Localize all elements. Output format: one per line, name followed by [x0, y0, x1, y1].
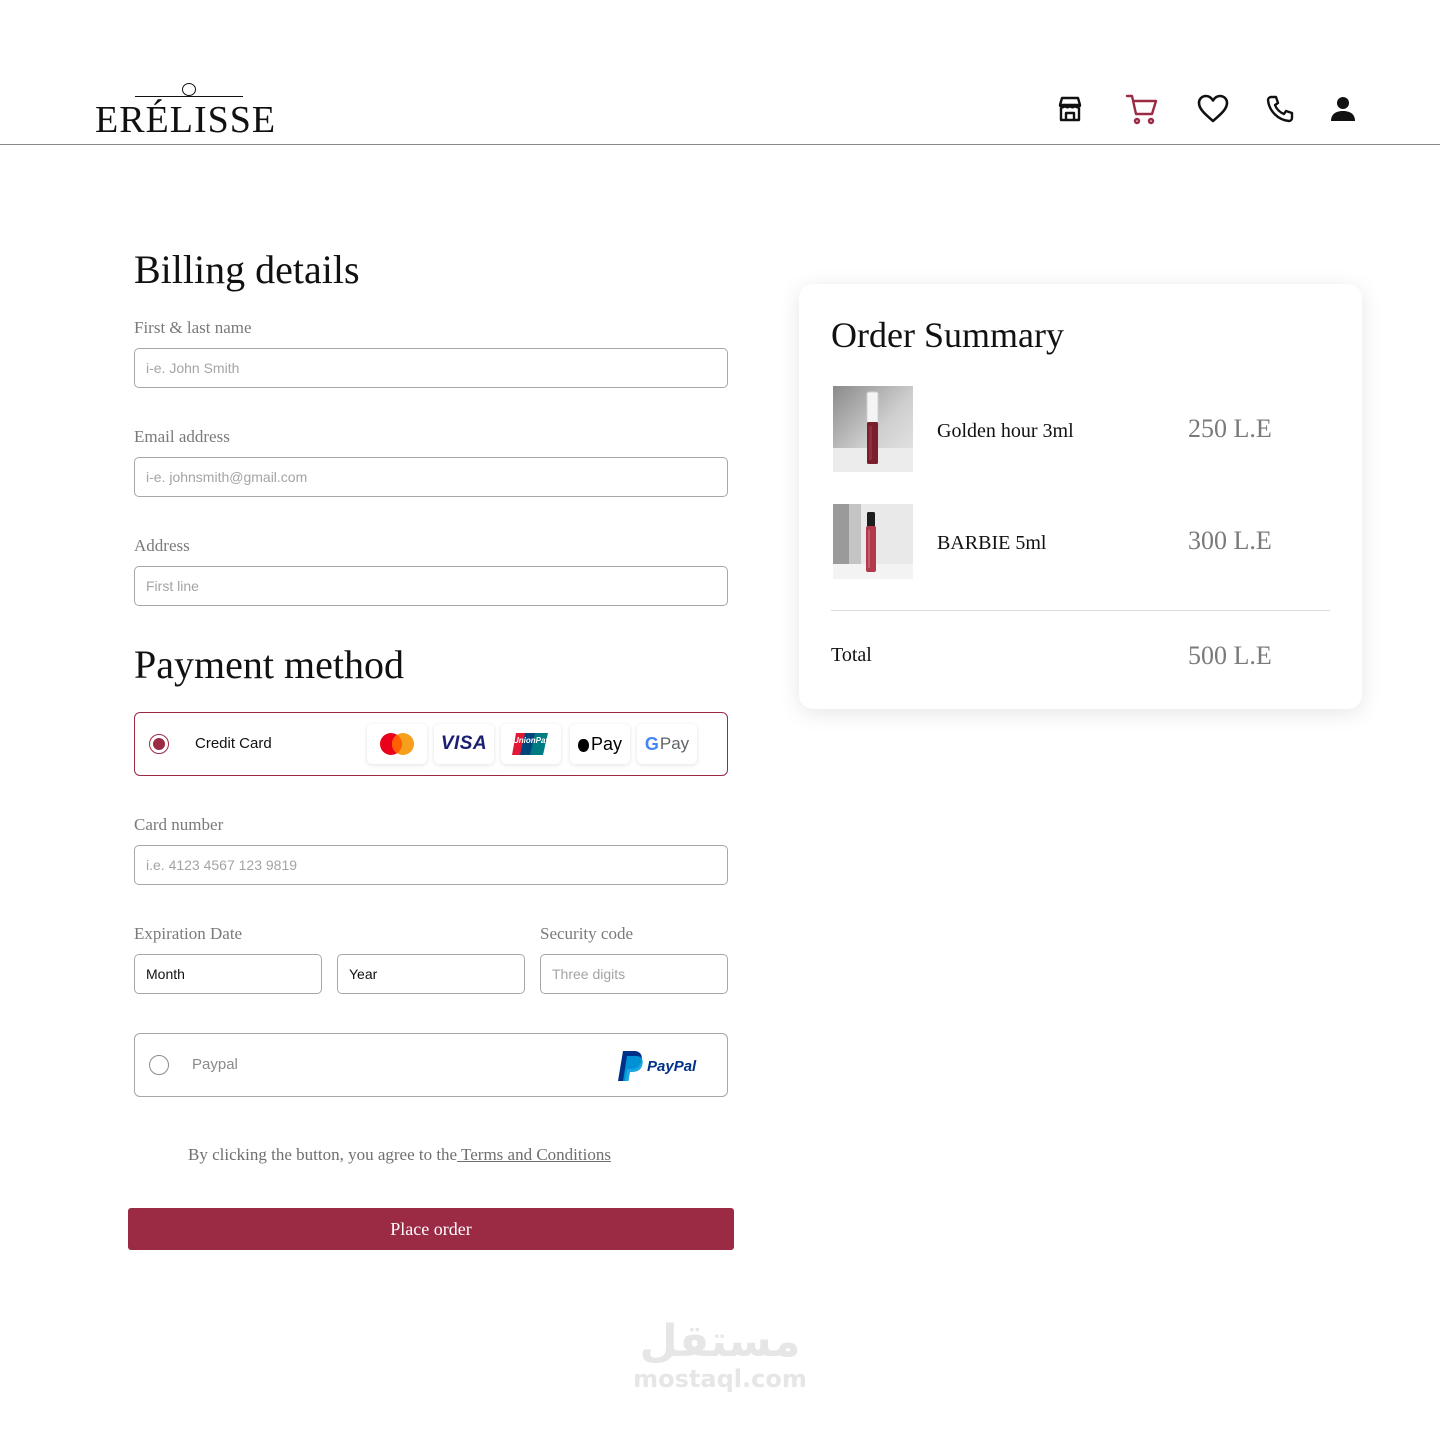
credit-card-label: Credit Card	[195, 735, 272, 752]
paypal-option[interactable]: Paypal PayPal	[134, 1033, 728, 1097]
item-price-golden-hour: 250 L.E	[1188, 414, 1272, 443]
terms-text: By clicking the button, you agree to the…	[188, 1145, 611, 1165]
unionpay-logo-text: UnionPay	[513, 736, 550, 745]
billing-title: Billing details	[134, 247, 360, 292]
name-input[interactable]	[134, 348, 728, 388]
site-header: ERÉLISSE	[0, 0, 1440, 145]
google-pay-icon: G Pay	[637, 724, 697, 764]
unionpay-icon: UnionPay	[501, 724, 561, 764]
order-summary-title: Order Summary	[831, 315, 1064, 355]
card-number-input[interactable]	[134, 845, 728, 885]
visa-logo-text: VISA	[440, 733, 488, 754]
payment-title: Payment method	[134, 642, 404, 687]
phone-icon[interactable]	[1263, 92, 1297, 126]
watermark-latin: mostaql.com	[633, 1365, 807, 1393]
brand-name: ERÉLISSE	[95, 99, 277, 141]
paypal-p-icon	[618, 1051, 643, 1081]
paypal-logo-text: PayPal	[647, 1057, 697, 1075]
paypal-label: Paypal	[192, 1056, 238, 1073]
item-name-golden-hour: Golden hour 3ml	[937, 420, 1074, 442]
product-image-barbie	[833, 504, 913, 579]
product-image-golden-hour	[833, 386, 913, 472]
terms-prefix: By clicking the button, you agree to the	[188, 1145, 458, 1164]
summary-divider	[831, 610, 1330, 611]
item-name-barbie: BARBIE 5ml	[937, 532, 1047, 554]
store-icon[interactable]	[1053, 92, 1087, 126]
logo-crown-line	[135, 96, 243, 97]
credit-card-option[interactable]: Credit Card VISA UnionPay Pay G Pay	[134, 712, 728, 776]
security-code-input[interactable]	[540, 954, 728, 994]
cart-icon[interactable]	[1125, 92, 1159, 126]
watermark-arabic: مستقل	[639, 1316, 801, 1367]
address-input[interactable]	[134, 566, 728, 606]
place-order-button[interactable]: Place order	[128, 1208, 734, 1250]
user-icon[interactable]	[1326, 92, 1360, 126]
heart-icon[interactable]	[1196, 92, 1230, 126]
google-g-glyph: G	[644, 733, 659, 754]
card-number-label: Card number	[134, 815, 224, 834]
item-price-barbie: 300 L.E	[1188, 526, 1272, 555]
email-input[interactable]	[134, 457, 728, 497]
logo-crown-ring	[182, 83, 196, 96]
name-label: First & last name	[134, 318, 252, 337]
year-select[interactable]: Year	[337, 954, 525, 994]
order-summary-card: Order Summary Golden hour 3ml 250 L.E BA…	[799, 284, 1362, 709]
credit-card-radio[interactable]	[149, 734, 169, 754]
watermark: مستقل mostaql.com	[628, 1316, 812, 1393]
apple-glyph	[577, 738, 589, 752]
brand-logo[interactable]: ERÉLISSE	[95, 80, 285, 141]
visa-icon: VISA	[434, 724, 494, 764]
mastercard-icon	[367, 724, 427, 764]
google-pay-text: Pay	[659, 734, 690, 753]
total-value: 500 L.E	[1188, 641, 1272, 670]
security-code-label: Security code	[540, 924, 633, 943]
month-select-value: Month	[146, 966, 185, 982]
terms-link[interactable]: Terms and Conditions	[457, 1145, 611, 1164]
paypal-logo: PayPal	[617, 1048, 701, 1084]
radio-selected-dot	[153, 738, 165, 750]
email-label: Email address	[134, 427, 230, 446]
apple-pay-text: Pay	[590, 733, 623, 754]
paypal-radio[interactable]	[149, 1055, 169, 1075]
month-select[interactable]: Month	[134, 954, 322, 994]
total-label: Total	[831, 644, 872, 666]
apple-pay-icon: Pay	[570, 724, 630, 764]
address-label: Address	[134, 536, 190, 555]
expiration-label: Expiration Date	[134, 924, 243, 943]
year-select-value: Year	[349, 966, 378, 982]
